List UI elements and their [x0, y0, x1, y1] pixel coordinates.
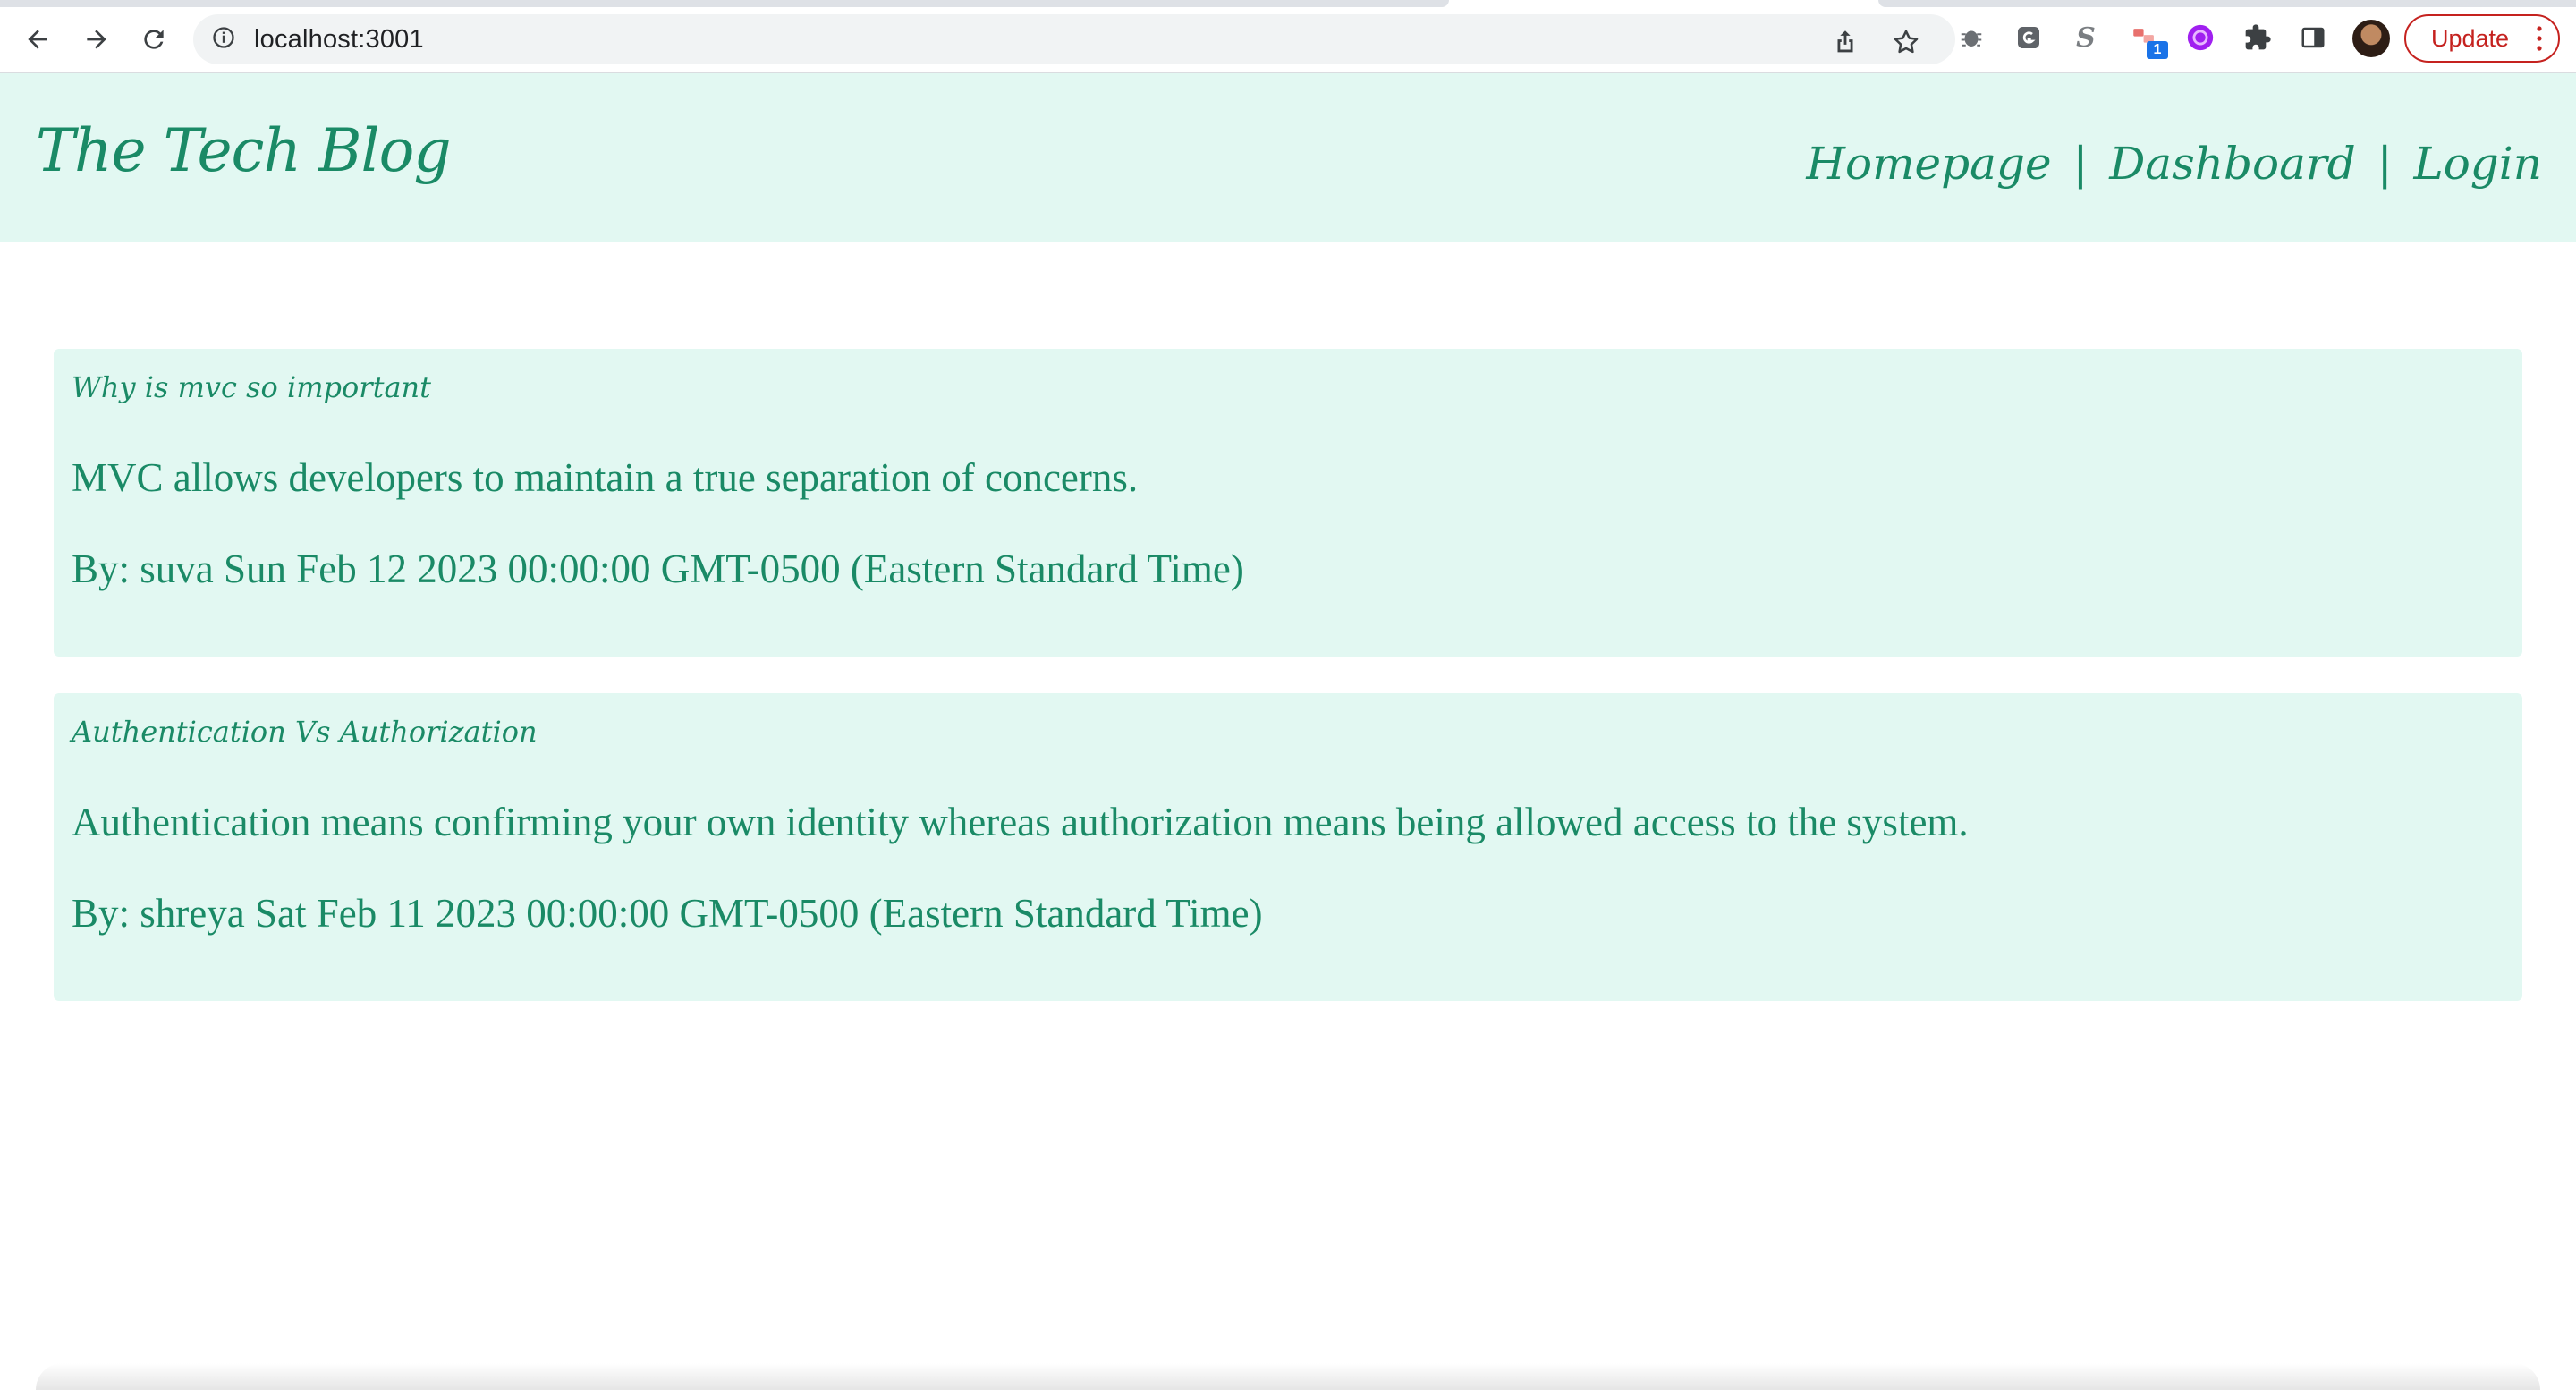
tab-strip	[0, 0, 1449, 7]
side-panel-icon[interactable]	[2295, 20, 2331, 55]
share-icon[interactable]	[1830, 27, 1860, 57]
nav-dashboard-link[interactable]: Dashboard	[2109, 138, 2356, 190]
grammar-icon[interactable]	[2011, 20, 2046, 55]
post-title[interactable]: Why is mvc so important	[72, 370, 431, 404]
profile-avatar[interactable]	[2352, 20, 2390, 57]
nav-login-link[interactable]: Login	[2413, 138, 2542, 190]
address-bar[interactable]: localhost:3001	[193, 14, 1955, 64]
post-card[interactable]: Why is mvc so important MVC allows devel…	[54, 349, 2522, 657]
main-nav: Homepage | Dashboard | Login	[1806, 138, 2542, 190]
update-button[interactable]: Update	[2404, 14, 2560, 63]
window-bottom-shadow	[36, 1363, 2540, 1390]
purple-circle-icon[interactable]	[2182, 20, 2218, 55]
back-arrow-icon[interactable]	[18, 20, 57, 59]
post-body: MVC allows developers to maintain a true…	[72, 455, 1139, 500]
tab-strip-right	[1878, 0, 2576, 7]
nav-separator: |	[2377, 138, 2393, 190]
s-icon[interactable]: S	[2068, 20, 2104, 55]
menu-kebab-icon[interactable]	[2537, 25, 2542, 52]
reload-icon[interactable]	[134, 20, 174, 59]
post-body: Authentication means confirming your own…	[72, 800, 1969, 844]
bug-icon[interactable]	[1953, 20, 1989, 55]
url-text[interactable]: localhost:3001	[254, 25, 424, 55]
bookmark-star-icon[interactable]	[1891, 27, 1921, 57]
site-info-icon[interactable]	[211, 25, 236, 50]
nav-separator: |	[2072, 138, 2089, 190]
extension-badge: 1	[2147, 41, 2168, 59]
post-meta: By: suva Sun Feb 12 2023 00:00:00 GMT-05…	[72, 547, 1244, 591]
browser-toolbar: localhost:3001 S 1 Update	[0, 0, 2576, 73]
post-card[interactable]: Authentication Vs Authorization Authenti…	[54, 693, 2522, 1001]
puzzle-badge-icon[interactable]: 1	[2127, 20, 2168, 59]
post-meta: By: shreya Sat Feb 11 2023 00:00:00 GMT-…	[72, 891, 1263, 936]
extensions-icon[interactable]	[2240, 20, 2275, 55]
forward-arrow-icon[interactable]	[77, 20, 116, 59]
site-header: The Tech Blog Homepage | Dashboard | Log…	[0, 73, 2576, 242]
site-brand[interactable]: The Tech Blog	[36, 116, 452, 185]
update-label: Update	[2431, 24, 2510, 52]
post-title[interactable]: Authentication Vs Authorization	[72, 715, 538, 749]
nav-homepage-link[interactable]: Homepage	[1806, 138, 2051, 190]
